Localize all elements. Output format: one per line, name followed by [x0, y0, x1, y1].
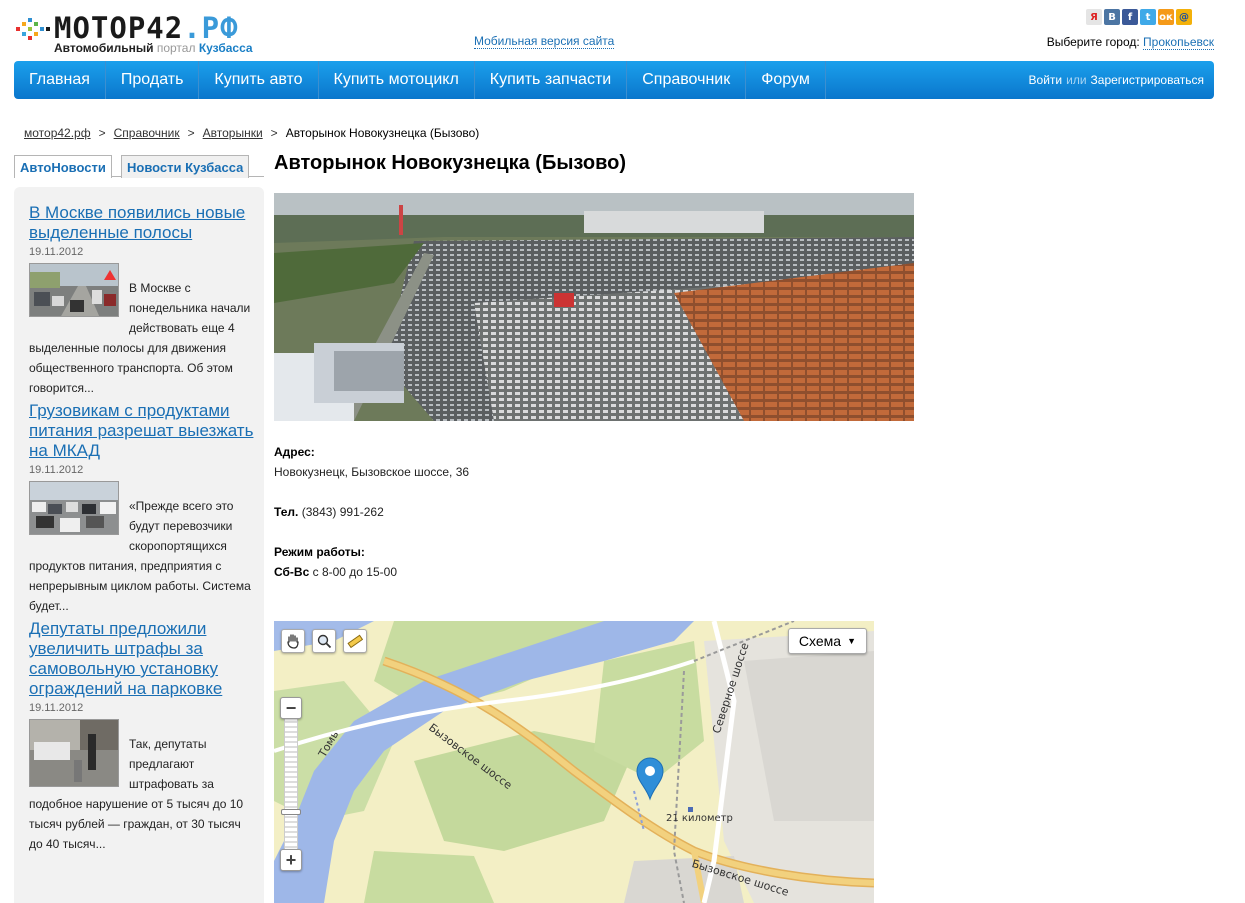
map-type-label: Схема: [798, 633, 842, 649]
breadcrumb-directory[interactable]: Справочник: [114, 126, 180, 140]
mail-icon[interactable]: @: [1176, 9, 1192, 25]
odnoklassniki-icon[interactable]: ок: [1158, 9, 1174, 25]
logo-tld: .РФ: [183, 11, 239, 45]
news-date: 19.11.2012: [29, 702, 84, 714]
map-stop-label: 21 километр: [666, 813, 733, 824]
nav-item[interactable]: Продать: [106, 61, 200, 99]
logo-tagline: Автомобильный портал Кузбасса: [54, 41, 253, 55]
breadcrumb-separator: >: [270, 126, 278, 140]
register-link[interactable]: Зарегистрироваться: [1091, 73, 1204, 87]
news-sidebar: В Москве появились новые выделенные поло…: [14, 187, 264, 903]
nav-item[interactable]: Купить авто: [199, 61, 319, 99]
news-item: Депутаты предложили увеличить штрафы за …: [29, 619, 254, 854]
news-item: Грузовикам с продуктами питания разрешат…: [29, 401, 254, 616]
city-select-link[interactable]: Прокопьевск: [1143, 35, 1214, 50]
nav-item[interactable]: Главная: [14, 61, 106, 99]
nav-item[interactable]: Форум: [746, 61, 826, 99]
map-hand-tool[interactable]: [281, 629, 305, 653]
breadcrumb: мотор42.рф > Справочник > Авторынки > Авторыно…: [24, 126, 479, 140]
auth-or: или: [1066, 73, 1087, 87]
market-aerial-photo: [274, 193, 914, 421]
news-thumbnail[interactable]: [29, 481, 119, 535]
breadcrumb-separator: >: [187, 126, 195, 140]
ruler-icon: [347, 634, 363, 649]
hours-days: Сб-Вс: [274, 565, 310, 579]
page-title: Авторынок Новокузнецка (Бызово): [274, 152, 626, 174]
news-title-link[interactable]: Депутаты предложили увеличить штрафы за …: [29, 619, 254, 699]
news-tabs: АвтоНовости Новости Кузбасса: [14, 155, 264, 178]
nav-item[interactable]: Справочник: [627, 61, 747, 99]
news-date: 19.11.2012: [29, 464, 84, 476]
logo-tagline-gray: портал: [156, 41, 196, 55]
nav-item[interactable]: Купить мотоцикл: [319, 61, 475, 99]
ya-icon[interactable]: Я: [1086, 9, 1102, 25]
map-zoom-control: − +: [280, 697, 302, 875]
site-logo[interactable]: МОТОР42.РФ Автомобильный портал Кузбасса: [16, 12, 276, 58]
map-ruler-tool[interactable]: [343, 629, 367, 653]
address-label: Адрес:: [274, 445, 315, 459]
market-info: Адрес: Новокузнецк, Бызовское шоссе, 36 …: [274, 442, 469, 582]
hours-value: с 8-00 до 15-00: [312, 565, 397, 579]
tab-auto-news[interactable]: АвтоНовости: [14, 155, 112, 178]
zoom-slider-handle[interactable]: [281, 809, 301, 815]
map-zoom-tool[interactable]: [312, 629, 336, 653]
zoom-slider-track[interactable]: [284, 717, 298, 857]
news-title-link[interactable]: В Москве появились новые выделенные поло…: [29, 203, 254, 243]
zoom-in-button[interactable]: +: [280, 849, 302, 871]
city-label: Выберите город:: [1046, 35, 1140, 49]
news-date: 19.11.2012: [29, 246, 84, 258]
news-thumbnail[interactable]: [29, 719, 119, 787]
breadcrumb-home[interactable]: мотор42.рф: [24, 126, 91, 140]
logo-wordmark: МОТОР42.РФ: [54, 12, 239, 44]
phone-label: Тел.: [274, 505, 299, 519]
hours-label: Режим работы:: [274, 545, 365, 559]
logo-name: МОТОР42: [54, 11, 184, 45]
magnifier-icon: [317, 634, 332, 649]
breadcrumb-markets[interactable]: Авторынки: [203, 126, 263, 140]
social-icons: Я Вf t ок @: [1086, 9, 1192, 25]
breadcrumb-current: Авторынок Новокузнецка (Бызово): [285, 126, 480, 140]
auth-links: Войти или Зарегистрироваться: [1029, 61, 1204, 99]
nav-item[interactable]: Купить запчасти: [475, 61, 628, 99]
location-map[interactable]: Бызовское шоссе Бызовское шоссе Северное…: [274, 621, 874, 903]
vk-icon[interactable]: В: [1104, 9, 1120, 25]
twitter-icon[interactable]: t: [1140, 9, 1156, 25]
login-link[interactable]: Войти: [1029, 73, 1063, 87]
news-item: В Москве появились новые выделенные поло…: [29, 203, 254, 398]
phone-value: (3843) 991-262: [301, 505, 384, 519]
city-selector: Выберите город: Прокопьевск: [1046, 35, 1214, 50]
chevron-down-icon: ▼: [847, 636, 856, 646]
logo-tagline-bold: Автомобильный: [54, 41, 154, 55]
logo-squares-icon: [16, 18, 50, 40]
news-title-link[interactable]: Грузовикам с продуктами питания разрешат…: [29, 401, 254, 461]
hand-icon: [287, 634, 299, 649]
mobile-version-link[interactable]: Мобильная версия сайта: [474, 34, 615, 49]
breadcrumb-separator: >: [98, 126, 106, 140]
tab-kuzbass-news[interactable]: Новости Кузбасса: [121, 155, 250, 178]
facebook-icon[interactable]: f: [1122, 9, 1138, 25]
logo-tagline-blue: Кузбасса: [198, 41, 253, 55]
zoom-out-button[interactable]: −: [280, 697, 302, 719]
address-value: Новокузнецк, Бызовское шоссе, 36: [274, 465, 470, 479]
main-nav: Главная Продать Купить авто Купить мотоцикл…: [14, 61, 1214, 99]
map-type-dropdown[interactable]: Схема ▼: [787, 628, 867, 654]
news-thumbnail[interactable]: [29, 263, 119, 317]
